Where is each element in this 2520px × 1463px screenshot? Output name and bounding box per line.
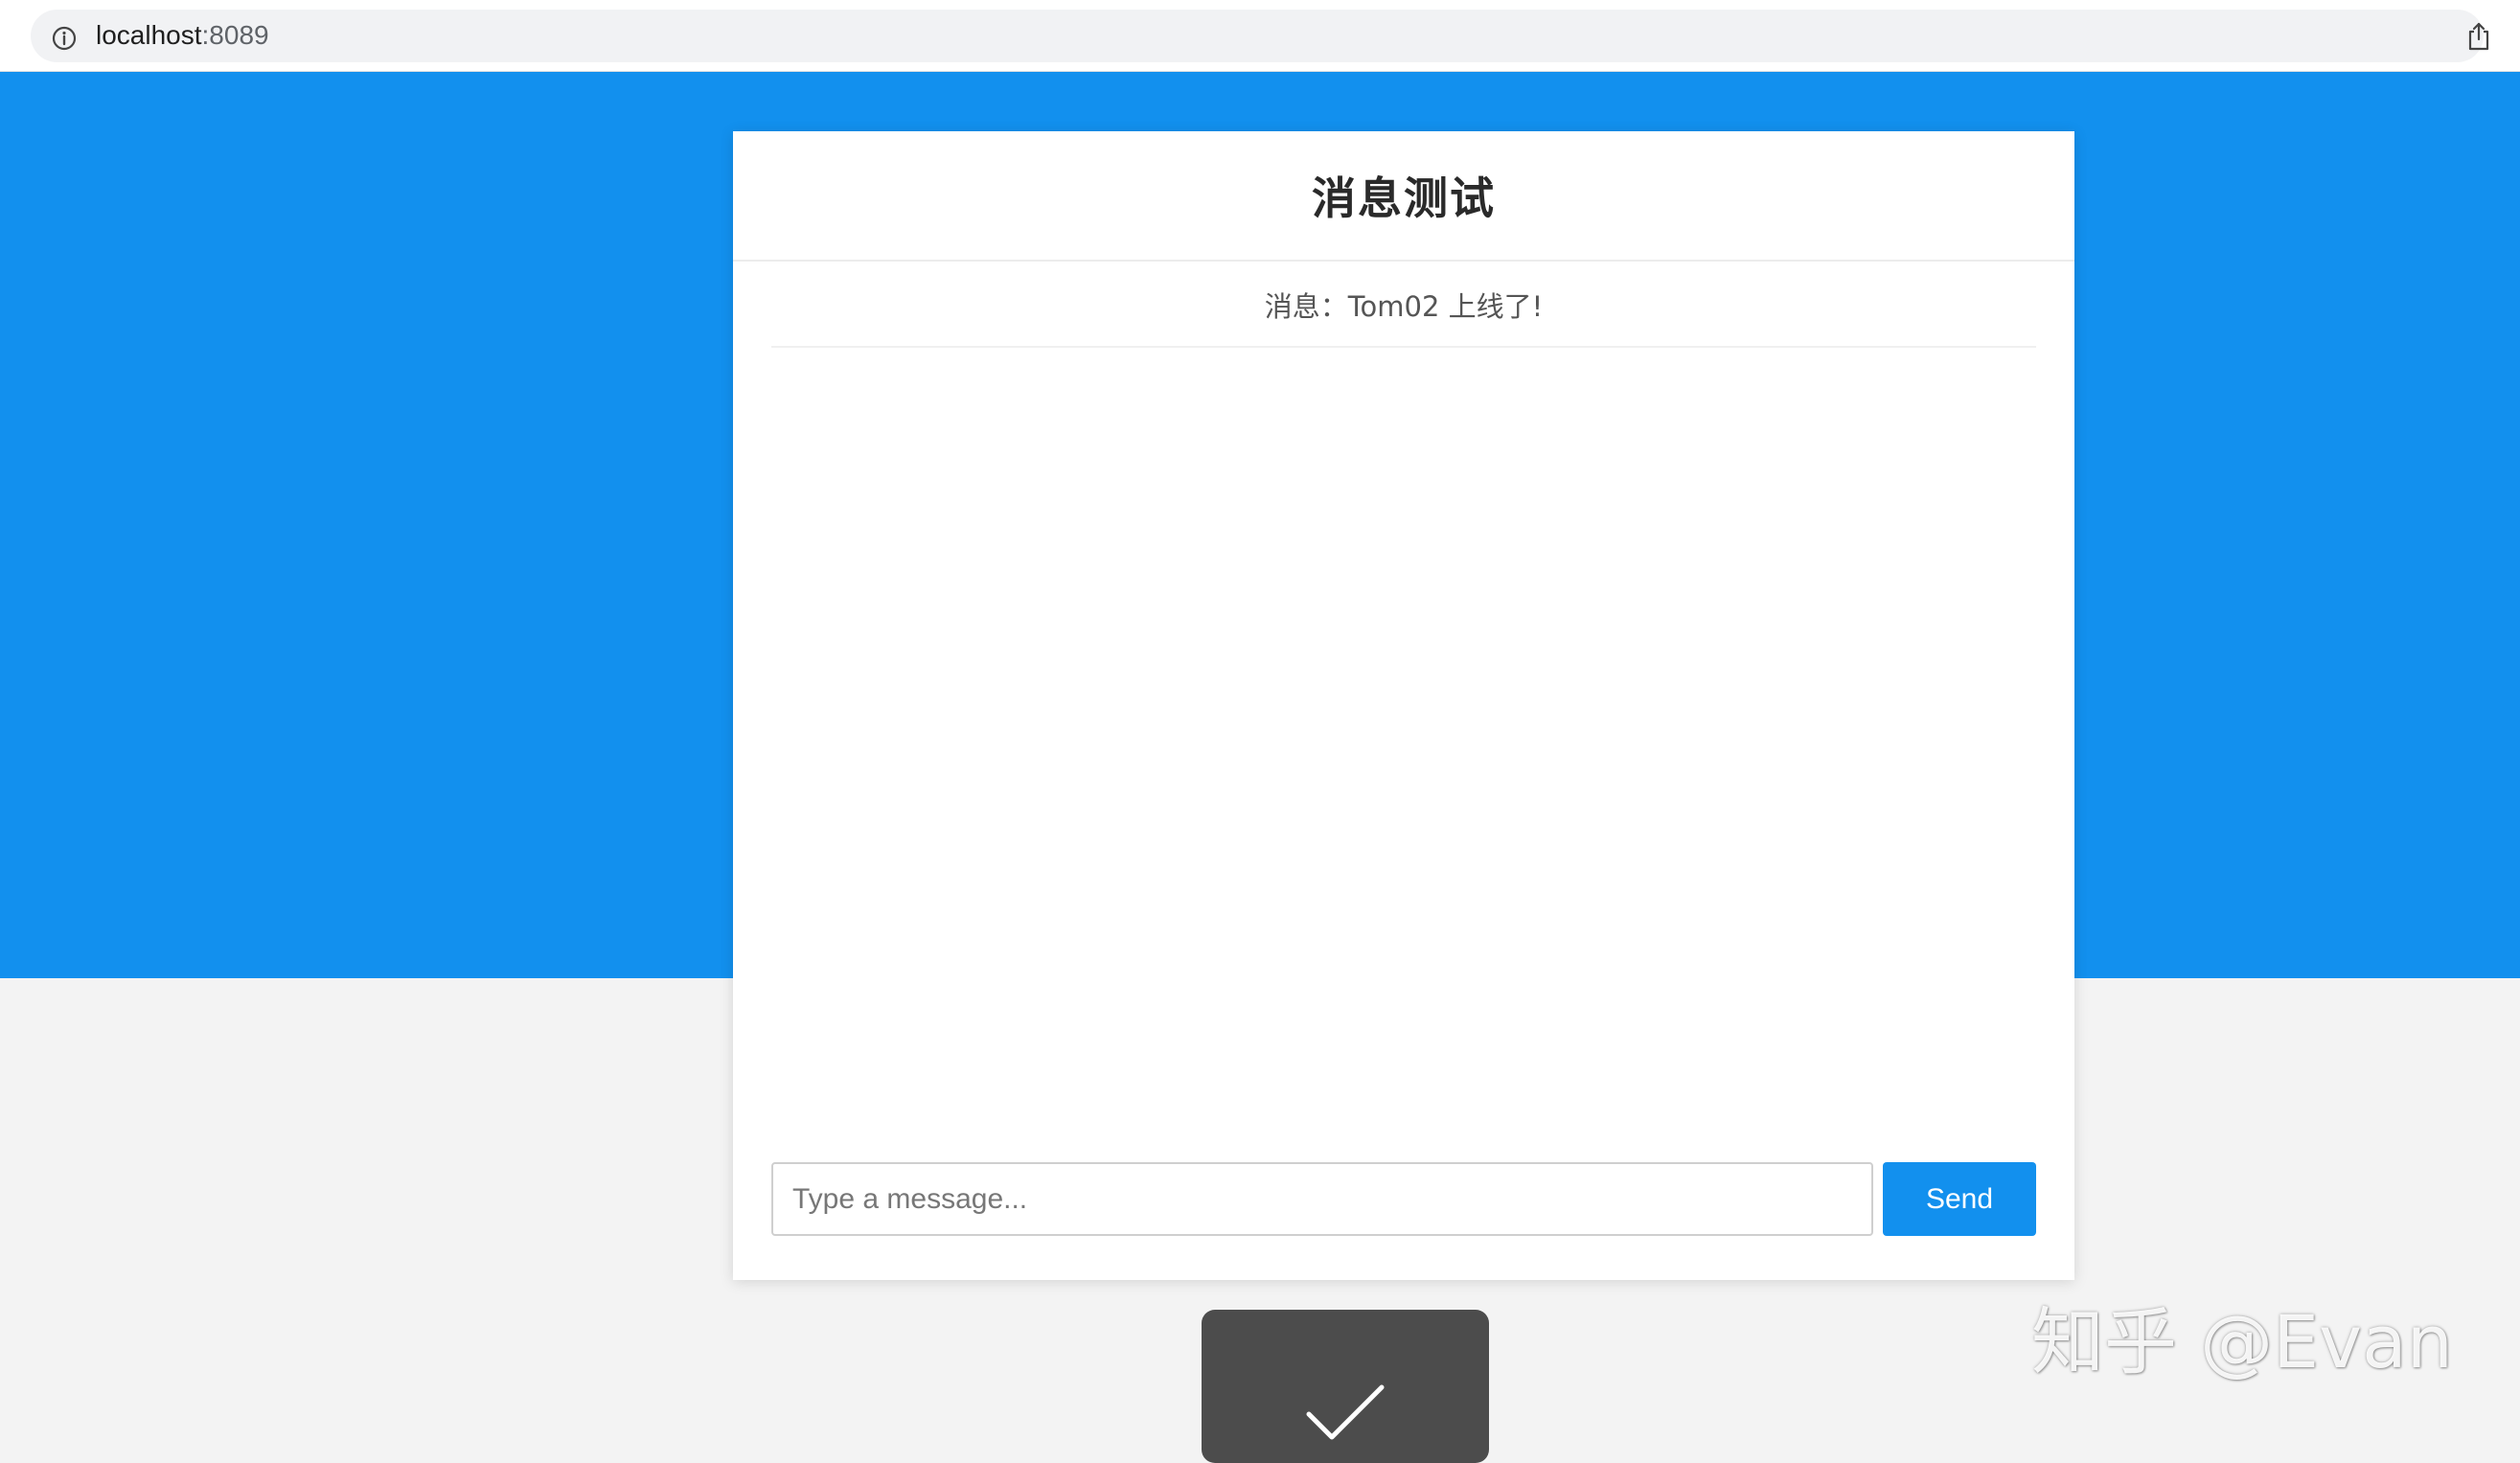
- share-icon[interactable]: [2466, 21, 2491, 52]
- list-item: 消息：Tom02 上线了!: [771, 263, 2036, 348]
- info-icon[interactable]: [52, 26, 77, 51]
- browser-toolbar: localhost:8089: [0, 0, 2520, 72]
- chat-header: 消息测试: [733, 131, 2074, 262]
- message-composer: Send: [771, 1162, 2036, 1236]
- message-input[interactable]: [771, 1162, 1873, 1236]
- chat-card: 消息测试 消息：Tom02 上线了! Send: [733, 131, 2074, 1280]
- url-text[interactable]: localhost:8089: [96, 19, 269, 52]
- address-bar[interactable]: [31, 10, 2484, 62]
- send-button[interactable]: Send: [1883, 1162, 2036, 1236]
- watermark: 知乎 @Evan: [2031, 1299, 2453, 1384]
- page-title: 消息测试: [1312, 172, 1496, 224]
- url-host: localhost: [96, 20, 202, 50]
- checkmark-icon: [1306, 1384, 1385, 1440]
- url-port: :8089: [201, 20, 269, 50]
- message-list[interactable]: 消息：Tom02 上线了!: [771, 263, 2036, 1222]
- success-toast: [1202, 1310, 1489, 1463]
